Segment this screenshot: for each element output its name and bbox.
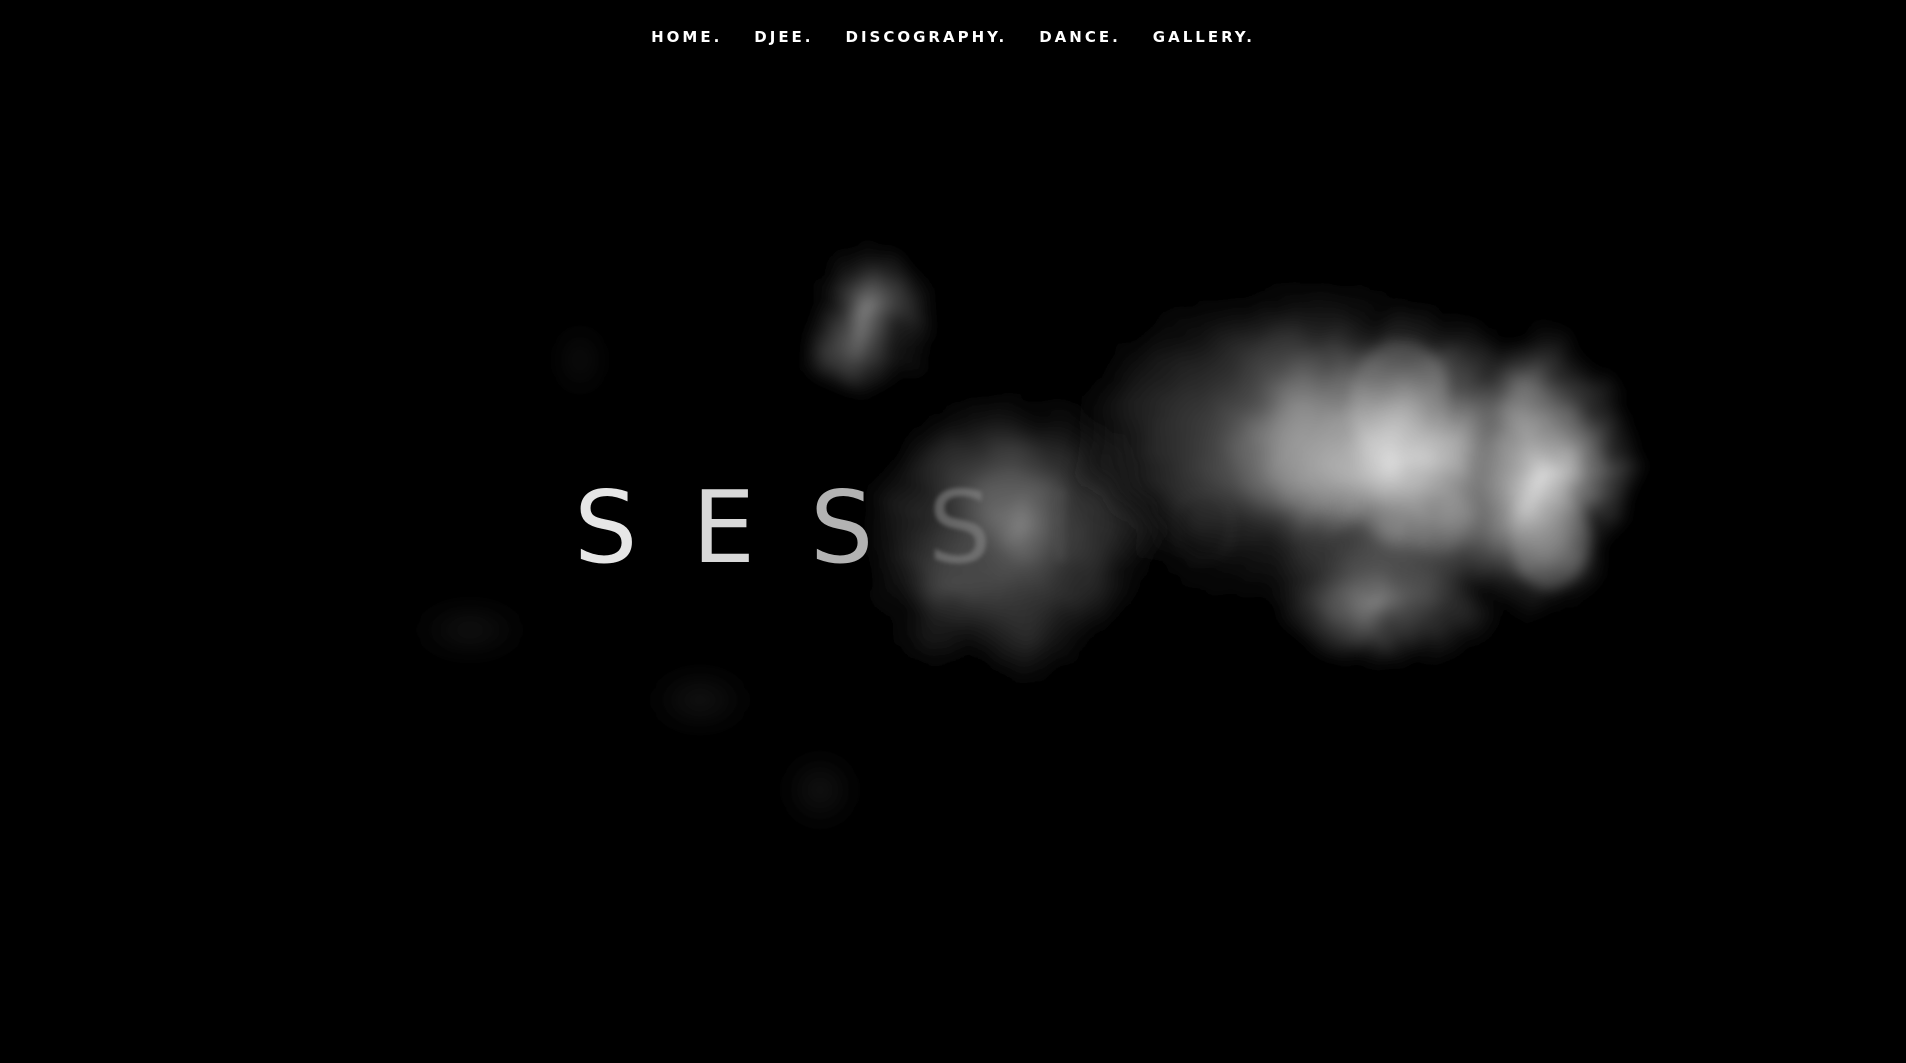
hero-title-letter: S: [574, 469, 638, 586]
hero-section: S E S S I O N: [0, 0, 1906, 1063]
hero-title: S E S S I O N: [574, 478, 1400, 578]
hero-title-letter: I: [1046, 469, 1076, 586]
hero-title-letter: S: [810, 469, 874, 586]
hero-title-letter: O: [1164, 469, 1243, 586]
hero-title-letter: N: [1282, 469, 1357, 586]
hero-title-letter: S: [928, 469, 992, 586]
hero-title-letter: E: [692, 469, 756, 586]
page: HOME. DJEE. DISCOGRAPHY. DANCE. GALLERY.: [0, 0, 1906, 1063]
